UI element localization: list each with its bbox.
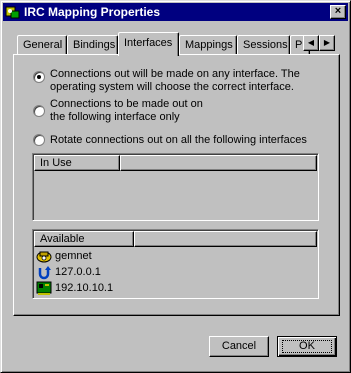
window-title: IRC Mapping Properties — [24, 5, 161, 19]
properties-dialog: IRC Mapping Properties × General Binding… — [0, 0, 351, 373]
radio-rotate-interfaces[interactable] — [33, 134, 45, 146]
available-column-header-blank[interactable] — [134, 231, 317, 247]
tab-label: General — [23, 39, 63, 51]
tab-label: Interfaces — [124, 37, 173, 49]
radio-selected-dot — [37, 75, 41, 79]
close-icon: × — [334, 5, 342, 17]
option-specific-interface-line1: Connections to be made out on — [50, 98, 203, 110]
tab-mappings[interactable]: Mappings — [179, 35, 237, 54]
option-any-interface-line2: operating system will choose the correct… — [50, 81, 294, 93]
tab-scroll-right-button[interactable]: ▶ — [319, 35, 335, 51]
cancel-button[interactable]: Cancel — [209, 336, 269, 357]
arrow-right-icon: ▶ — [323, 38, 331, 47]
available-header-label: Available — [40, 233, 85, 245]
loopback-icon — [38, 266, 51, 280]
in-use-column-header[interactable]: In Use — [34, 155, 120, 171]
tab-bindings[interactable]: Bindings — [67, 35, 118, 54]
tab-label: P — [295, 39, 303, 51]
tab-panel: Connections out will be made on any inte… — [13, 54, 340, 316]
tab-label: Bindings — [73, 39, 116, 51]
title-bar[interactable]: IRC Mapping Properties × — [3, 3, 348, 21]
radio-specific-interface[interactable] — [33, 105, 45, 117]
available-column-header[interactable]: Available — [34, 231, 134, 247]
cancel-button-label: Cancel — [221, 340, 257, 352]
ok-button[interactable]: OK — [277, 336, 337, 357]
radio-any-interface[interactable] — [33, 71, 45, 83]
tab-sessions[interactable]: Sessions — [237, 35, 290, 54]
in-use-header-label: In Use — [40, 157, 72, 169]
tab-label: Sessions — [243, 39, 288, 51]
list-item-label: 127.0.0.1 — [55, 266, 101, 278]
tab-general[interactable]: General — [17, 35, 67, 54]
arrow-left-icon: ◀ — [307, 38, 315, 47]
option-specific-interface-line2: the following interface only — [50, 111, 180, 123]
tab-scroll-left-button[interactable]: ◀ — [303, 35, 319, 51]
tab-label: Mappings — [185, 39, 233, 51]
tab-interfaces[interactable]: Interfaces — [118, 32, 179, 56]
list-item-label: gemnet — [55, 250, 92, 262]
app-icon — [5, 6, 20, 19]
close-button[interactable]: × — [330, 5, 346, 19]
in-use-column-header-blank[interactable] — [120, 155, 317, 171]
network-card-icon — [36, 281, 52, 295]
in-use-list[interactable]: In Use — [32, 153, 319, 221]
option-any-interface-line1: Connections out will be made on any inte… — [50, 68, 300, 80]
phone-dialup-icon — [36, 251, 52, 263]
option-rotate-interfaces: Rotate connections out on all the follow… — [50, 134, 307, 146]
available-list[interactable]: Available gemnet 127.0.0.1 192.10.10.1 — [32, 229, 319, 299]
list-item-label: 192.10.10.1 — [55, 282, 114, 294]
focus-rectangle — [282, 340, 332, 353]
